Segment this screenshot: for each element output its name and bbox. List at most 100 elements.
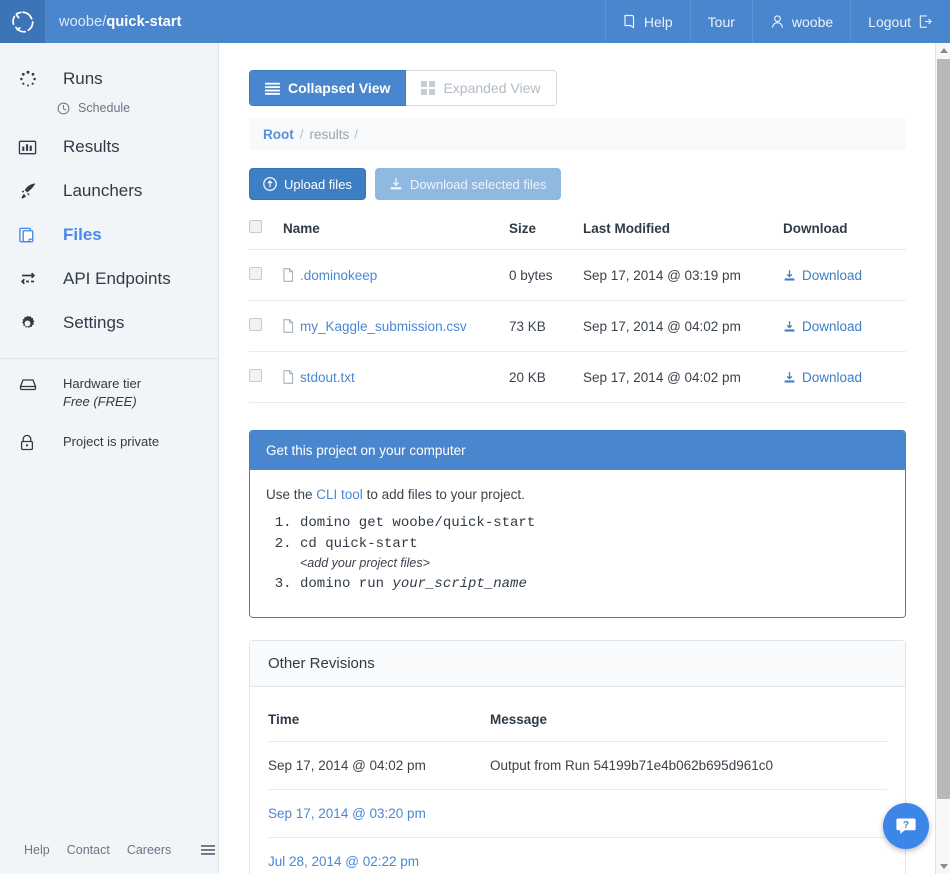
row-download-link[interactable]: Download [783,268,906,283]
footer-link-help[interactable]: Help [24,843,50,857]
hamburger-icon[interactable] [200,843,216,857]
row-name-cell: my_Kaggle_submission.csv [283,301,509,352]
row-download-label: Download [802,370,862,385]
hardware-tier-value: Free (FREE) [63,394,137,409]
row-last-modified: Sep 17, 2014 @ 04:02 pm [583,352,783,403]
project-title[interactable]: woobe / quick-start [45,0,605,43]
spinner-icon [18,69,48,89]
sidebar: Runs Schedule [0,43,219,874]
breadcrumb-separator: / [294,127,310,142]
download-icon [389,177,403,191]
sidebar-item-api-endpoints[interactable]: API Endpoints [0,257,218,301]
upload-icon [263,177,277,191]
cli-intro-after: to add files to your project. [363,487,525,502]
cli-panel-title: Get this project on your computer [250,431,905,470]
breadcrumb-root[interactable]: Root [263,127,294,142]
topnav-tour[interactable]: Tour [690,0,752,43]
sidebar-item-label-runs: Runs [48,69,103,89]
revisions-header-time: Time [268,697,490,742]
select-all-header [249,220,283,250]
topnav-user[interactable]: woobe [752,0,850,43]
table-row: Sep 17, 2014 @ 04:02 pm Output from Run … [268,742,887,790]
row-checkbox[interactable] [249,318,262,331]
cli-step: domino run your_script_name [300,574,889,594]
row-download-label: Download [802,268,862,283]
cli-tool-link[interactable]: CLI tool [316,487,363,502]
row-name-cell: stdout.txt [283,352,509,403]
top-header-bar: woobe / quick-start Help Tour woobe [0,0,950,43]
sidebar-item-launchers[interactable]: Launchers [0,169,218,213]
upload-files-button[interactable]: Upload files [249,168,366,200]
sidebar-footer: Help Contact Careers [0,826,219,874]
row-last-modified: Sep 17, 2014 @ 04:02 pm [583,301,783,352]
scroll-down-arrow[interactable] [936,859,950,874]
row-size: 0 bytes [509,250,583,301]
topnav-logout[interactable]: Logout [850,0,950,43]
file-name-link[interactable]: my_Kaggle_submission.csv [300,319,467,334]
cli-step: domino get woobe/quick-start [300,513,889,533]
download-selected-files-label: Download selected files [410,177,547,192]
help-chat-button[interactable]: ? [883,803,929,849]
row-size: 20 KB [509,352,583,403]
app-root: woobe / quick-start Help Tour woobe [0,0,950,874]
cli-steps: domino get woobe/quick-start cd quick-st… [266,513,889,594]
sidebar-item-settings[interactable]: Settings [0,301,218,345]
row-checkbox[interactable] [249,369,262,382]
breadcrumb: Root / results / [249,118,906,150]
scrollbar-thumb[interactable] [937,59,950,799]
header-download: Download [783,220,906,250]
cli-step-command: cd quick-start [300,536,418,552]
row-download-cell: Download [783,250,906,301]
revision-message [490,790,887,838]
logo[interactable] [0,0,45,43]
file-name-link[interactable]: .dominokeep [300,268,377,283]
row-checkbox-cell [249,301,283,352]
revision-time-link[interactable]: Sep 17, 2014 @ 03:20 pm [268,806,426,821]
tab-collapsed-view[interactable]: Collapsed View [249,70,406,106]
sidebar-meta-list: Hardware tier Free (FREE) Project is pri… [0,359,218,452]
scroll-up-arrow[interactable] [936,43,950,58]
revisions-table-head: Time Message [268,697,887,742]
row-checkbox[interactable] [249,267,262,280]
tab-expanded-view[interactable]: Expanded View [406,70,556,106]
logout-icon [918,14,933,29]
revision-time-link[interactable]: Jul 28, 2014 @ 02:22 pm [268,854,419,869]
download-selected-files-button[interactable]: Download selected files [375,168,561,200]
hardware-tier-text: Hardware tier Free (FREE) [48,375,141,411]
row-checkbox-cell [249,352,283,403]
book-icon [623,14,637,29]
sidebar-item-results[interactable]: Results [0,125,218,169]
files-table-body: .dominokeep 0 bytes Sep 17, 2014 @ 03:19… [249,250,906,403]
table-row: my_Kaggle_submission.csv 73 KB Sep 17, 2… [249,301,906,352]
sidebar-subitem-label-schedule: Schedule [70,101,130,115]
row-checkbox-cell [249,250,283,301]
list-icon [265,82,280,95]
file-actions: Upload files Download selected files [249,168,906,200]
row-download-label: Download [802,319,862,334]
row-name-cell: .dominokeep [283,250,509,301]
files-table-head: Name Size Last Modified Download [249,220,906,250]
page-scrollbar[interactable] [935,43,950,874]
svg-text:?: ? [903,819,909,831]
row-download-link[interactable]: Download [783,370,906,385]
sidebar-item-files[interactable]: Files [0,213,218,257]
row-download-link[interactable]: Download [783,319,906,334]
table-row: Jul 28, 2014 @ 02:22 pm [268,838,887,874]
footer-link-careers[interactable]: Careers [127,843,171,857]
revisions-header-message: Message [490,697,887,742]
sidebar-hardware-tier: Hardware tier Free (FREE) [0,375,218,411]
header-name: Name [283,220,509,250]
sidebar-subitem-schedule[interactable]: Schedule [0,95,218,121]
file-name-link[interactable]: stdout.txt [300,370,355,385]
tab-expanded-view-label: Expanded View [443,80,540,96]
revision-time-cell: Jul 28, 2014 @ 02:22 pm [268,838,490,874]
revisions-table-body: Sep 17, 2014 @ 04:02 pm Output from Run … [268,742,887,874]
revisions-table: Time Message Sep 17, 2014 @ 04:02 pm Out… [268,697,887,874]
project-owner: woobe [59,14,102,30]
select-all-checkbox[interactable] [249,220,262,233]
project-name: quick-start [106,14,181,30]
other-revisions-panel: Other Revisions Time Message Sep 17, 201… [249,640,906,874]
topnav-help[interactable]: Help [605,0,690,43]
footer-link-contact[interactable]: Contact [67,843,110,857]
files-table: Name Size Last Modified Download [249,220,906,403]
